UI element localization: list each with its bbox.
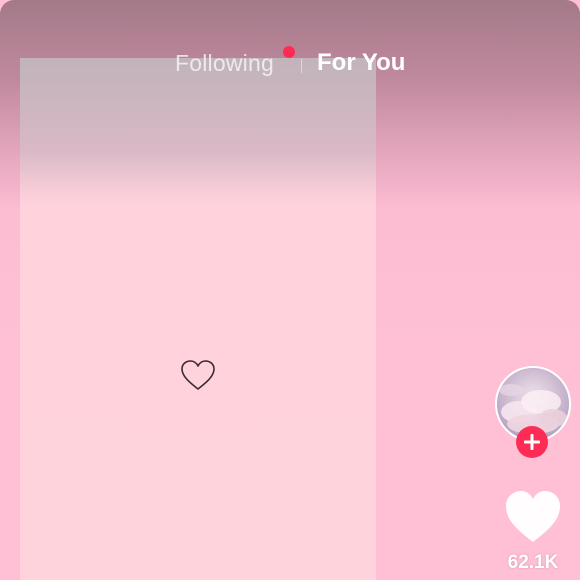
creator-profile	[495, 366, 571, 458]
tab-divider	[301, 59, 302, 73]
plus-icon	[524, 434, 540, 450]
heart-icon[interactable]	[503, 488, 563, 546]
video-feed-screen: Following For You 62.1K	[0, 0, 580, 580]
follow-button[interactable]	[516, 426, 548, 458]
video-content-panel[interactable]	[20, 58, 376, 580]
following-notification-dot	[283, 46, 295, 58]
feed-tab-bar: Following For You	[0, 44, 580, 84]
like-count: 62.1K	[507, 552, 559, 573]
heart-outline-icon	[181, 360, 215, 390]
tab-following[interactable]: Following	[175, 50, 274, 77]
tab-for-you[interactable]: For You	[317, 49, 405, 77]
